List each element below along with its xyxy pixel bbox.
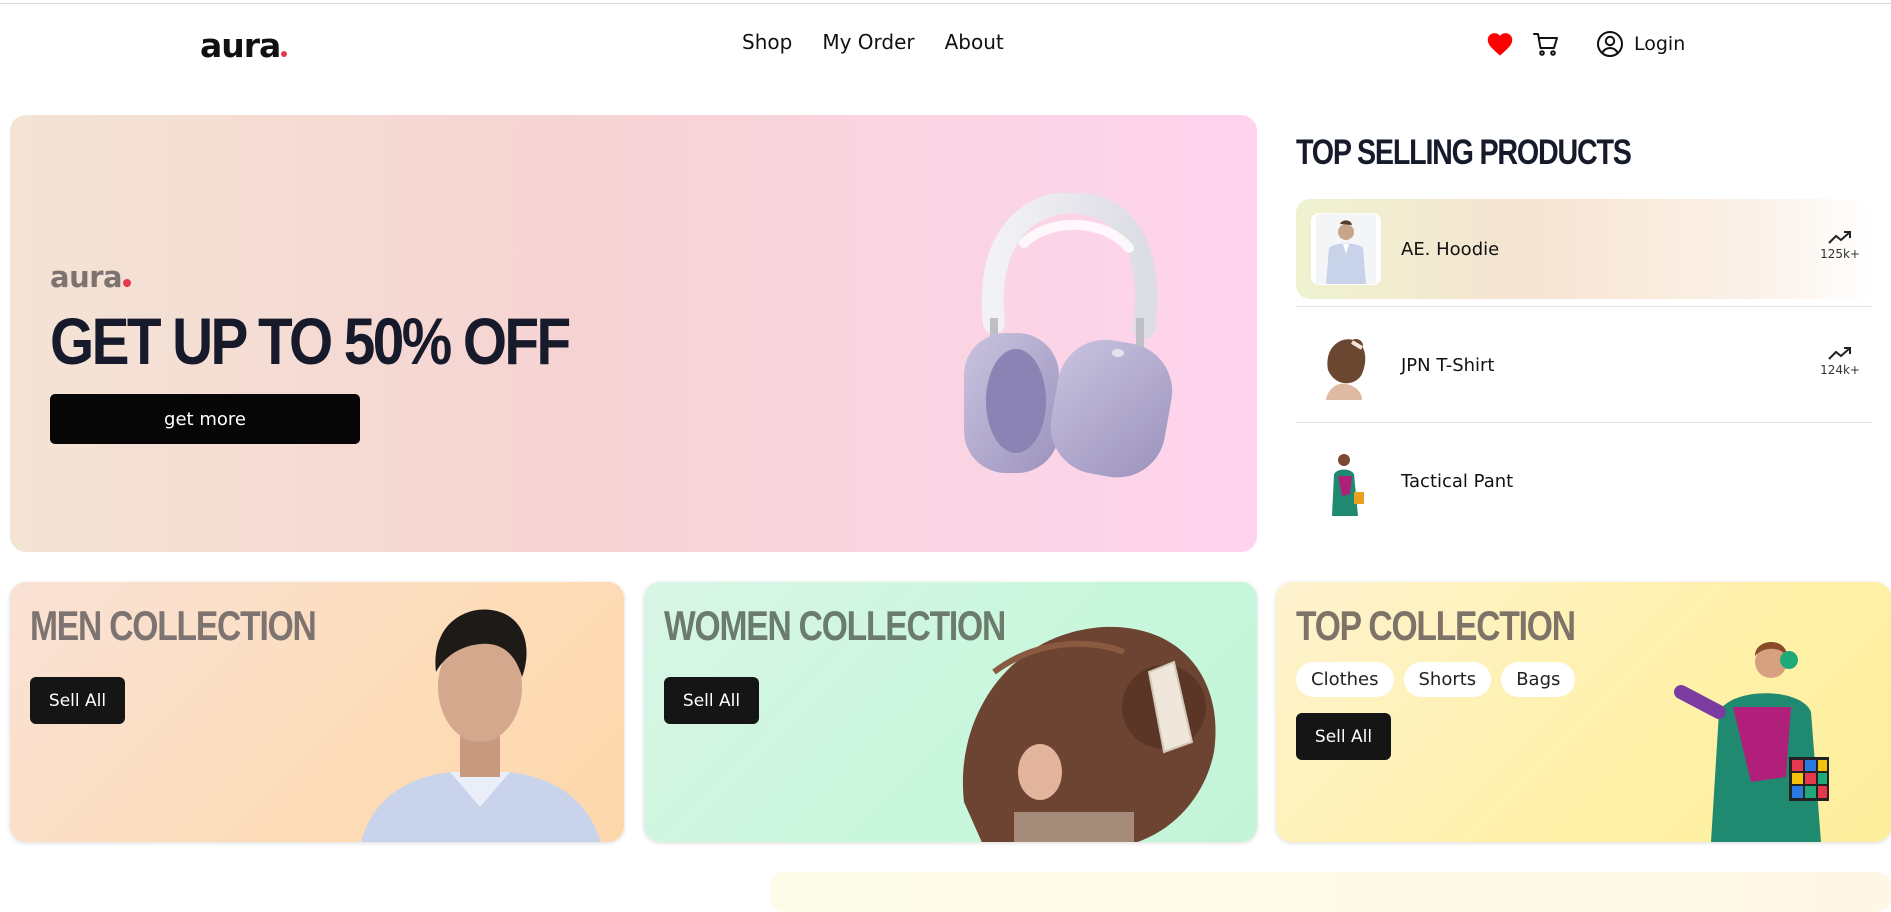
- men-sell-all-button[interactable]: Sell All: [30, 677, 125, 724]
- top-model-image: [1674, 641, 1829, 842]
- top-selling-title: TOP SELLING PRODUCTS: [1296, 133, 1632, 172]
- list-item[interactable]: JPN T-Shirt 124k+: [1296, 306, 1872, 415]
- sales-count: 124k+: [1820, 363, 1860, 377]
- product-name: JPN T-Shirt: [1401, 354, 1495, 376]
- headphones-image: [964, 193, 1173, 478]
- hero-title: GET UP TO 50% OFF: [50, 304, 571, 378]
- men-collection-title: MEN COLLECTION: [30, 602, 317, 649]
- login-button[interactable]: Login: [1596, 30, 1685, 58]
- user-circle-icon: [1597, 31, 1623, 57]
- top-selling-list: AE. Hoodie 125k+ JPN T-Shirt 124k+ Tacti…: [1296, 199, 1872, 547]
- hero-banner: aura GET UP TO 50% OFF get more: [10, 115, 1257, 552]
- product-thumbnail: [1311, 329, 1381, 401]
- men-collection-card[interactable]: MEN COLLECTION Sell All: [10, 582, 624, 842]
- sales-count: 125k+: [1820, 247, 1860, 261]
- nav-my-order[interactable]: My Order: [822, 30, 914, 54]
- logo[interactable]: aura: [200, 26, 288, 65]
- logo-text: aura: [200, 26, 281, 65]
- hero-brand-dot: [123, 279, 132, 287]
- men-model-image: [361, 609, 601, 842]
- list-item[interactable]: AE. Hoodie 125k+: [1296, 199, 1872, 299]
- hero-brand-text: aura: [50, 260, 123, 294]
- next-section-preview: [770, 872, 1891, 912]
- main-nav: Shop My Order About: [742, 30, 1004, 54]
- product-thumbnail: [1311, 213, 1381, 285]
- list-item[interactable]: Tactical Pant: [1296, 422, 1872, 531]
- hero-brand: aura: [50, 260, 132, 294]
- trending-up-icon: [1828, 231, 1852, 244]
- trend-indicator: 125k+: [1820, 229, 1860, 261]
- heart-icon[interactable]: [1484, 28, 1516, 60]
- site-header: aura Shop My Order About Login: [0, 4, 1891, 78]
- women-model-image: [962, 626, 1216, 842]
- logo-dot: [281, 51, 288, 57]
- top-sell-all-button[interactable]: Sell All: [1296, 713, 1391, 760]
- chip-shorts[interactable]: Shorts: [1403, 662, 1492, 697]
- top-collection-title: TOP COLLECTION: [1296, 602, 1576, 649]
- trend-indicator: 124k+: [1820, 345, 1860, 377]
- login-label: Login: [1634, 33, 1686, 55]
- product-name: AE. Hoodie: [1401, 238, 1500, 260]
- header-actions: Login: [1484, 28, 1685, 60]
- women-sell-all-button[interactable]: Sell All: [664, 677, 759, 724]
- top-collection-card[interactable]: TOP COLLECTION Clothes Shorts Bags Sell …: [1276, 582, 1891, 842]
- trending-up-icon: [1828, 347, 1852, 360]
- cart-icon[interactable]: [1530, 28, 1562, 60]
- chip-clothes[interactable]: Clothes: [1296, 662, 1394, 697]
- product-thumbnail: [1311, 445, 1381, 517]
- chip-bags[interactable]: Bags: [1501, 662, 1576, 697]
- product-name: Tactical Pant: [1401, 470, 1514, 492]
- nav-about[interactable]: About: [945, 30, 1004, 54]
- women-collection-card[interactable]: WOMEN COLLECTION Sell All: [644, 582, 1257, 842]
- get-more-button[interactable]: get more: [50, 394, 360, 444]
- category-chips: Clothes Shorts Bags: [1296, 662, 1576, 697]
- nav-shop[interactable]: Shop: [742, 30, 792, 54]
